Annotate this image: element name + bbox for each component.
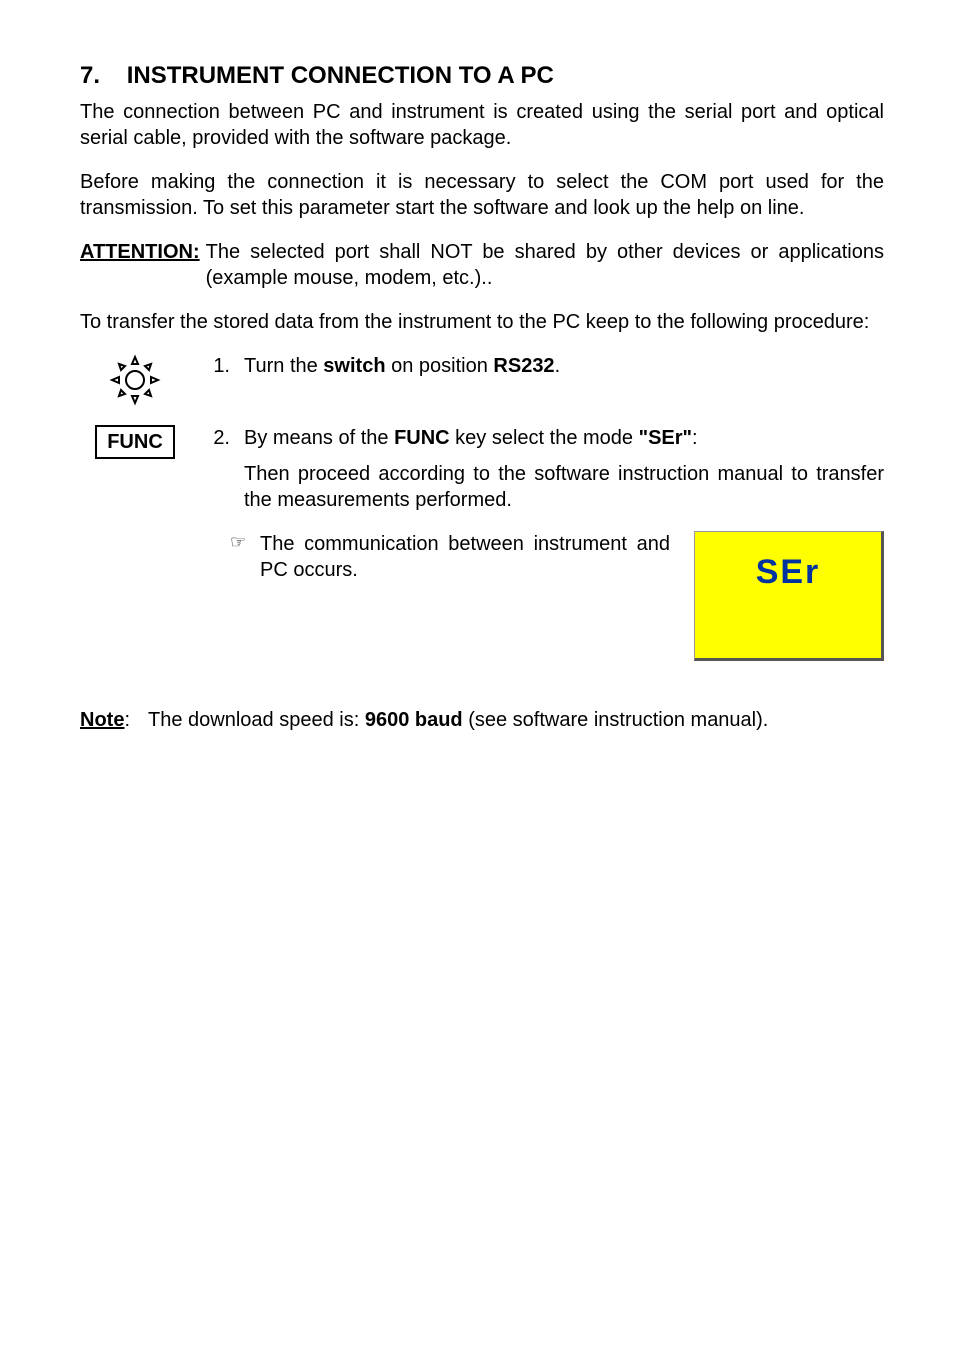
step-2-row: FUNC 2. By means of the FUNC key select … bbox=[80, 425, 884, 513]
transfer-paragraph: To transfer the stored data from the ins… bbox=[80, 309, 884, 335]
step2-mid: key select the mode bbox=[450, 427, 639, 449]
switch-icon bbox=[80, 353, 190, 407]
document-page: 7. INSTRUMENT CONNECTION TO A PC The con… bbox=[0, 0, 954, 793]
note-post: (see software instruction manual). bbox=[463, 709, 769, 731]
communication-row: ☞ The communication between instrument a… bbox=[230, 531, 884, 661]
hand-icon: ☞ bbox=[230, 531, 260, 554]
step2-bold-ser: "SEr" bbox=[639, 427, 692, 449]
note-block: Note: The download speed is: 9600 baud (s… bbox=[80, 707, 884, 733]
step1-pre: Turn the bbox=[244, 355, 323, 377]
attention-block: ATTENTION: The selected port shall NOT b… bbox=[80, 239, 884, 291]
heading-number: 7. bbox=[80, 62, 100, 89]
step-1-row: 1. Turn the switch on position RS232. bbox=[80, 353, 884, 407]
intro-paragraph: The connection between PC and instrument… bbox=[80, 99, 884, 151]
func-key-label: FUNC bbox=[95, 425, 175, 459]
func-key-icon: FUNC bbox=[80, 425, 190, 459]
note-bold-baud: 9600 baud bbox=[365, 709, 463, 731]
heading-text: INSTRUMENT CONNECTION TO A PC bbox=[127, 62, 554, 89]
attention-text: The selected port shall NOT be shared by… bbox=[206, 239, 884, 291]
step-2-text: By means of the FUNC key select the mode… bbox=[244, 425, 884, 513]
step1-mid: on position bbox=[386, 355, 494, 377]
step2-bold-func: FUNC bbox=[394, 427, 450, 449]
attention-label: ATTENTION: bbox=[80, 239, 206, 291]
step2-pre: By means of the bbox=[244, 427, 394, 449]
note-label: Note bbox=[80, 709, 124, 731]
section-heading: 7. INSTRUMENT CONNECTION TO A PC bbox=[80, 60, 884, 91]
lcd-display: SEr bbox=[694, 531, 884, 661]
step-1-number: 1. bbox=[190, 353, 244, 379]
before-paragraph: Before making the connection it is neces… bbox=[80, 169, 884, 221]
note-colon: : bbox=[124, 709, 130, 731]
communication-text: The communication between instrument and… bbox=[260, 531, 694, 583]
step1-bold-switch: switch bbox=[323, 355, 385, 377]
note-pre: The download speed is: bbox=[148, 709, 365, 731]
lcd-value: SEr bbox=[756, 550, 821, 594]
step-2-number: 2. bbox=[190, 425, 244, 451]
step1-post: . bbox=[555, 355, 561, 377]
step2-post: : bbox=[692, 427, 698, 449]
step1-bold-rs232: RS232 bbox=[493, 355, 554, 377]
step-2-subtext: Then proceed according to the software i… bbox=[244, 461, 884, 513]
step-1-text: Turn the switch on position RS232. bbox=[244, 353, 884, 379]
